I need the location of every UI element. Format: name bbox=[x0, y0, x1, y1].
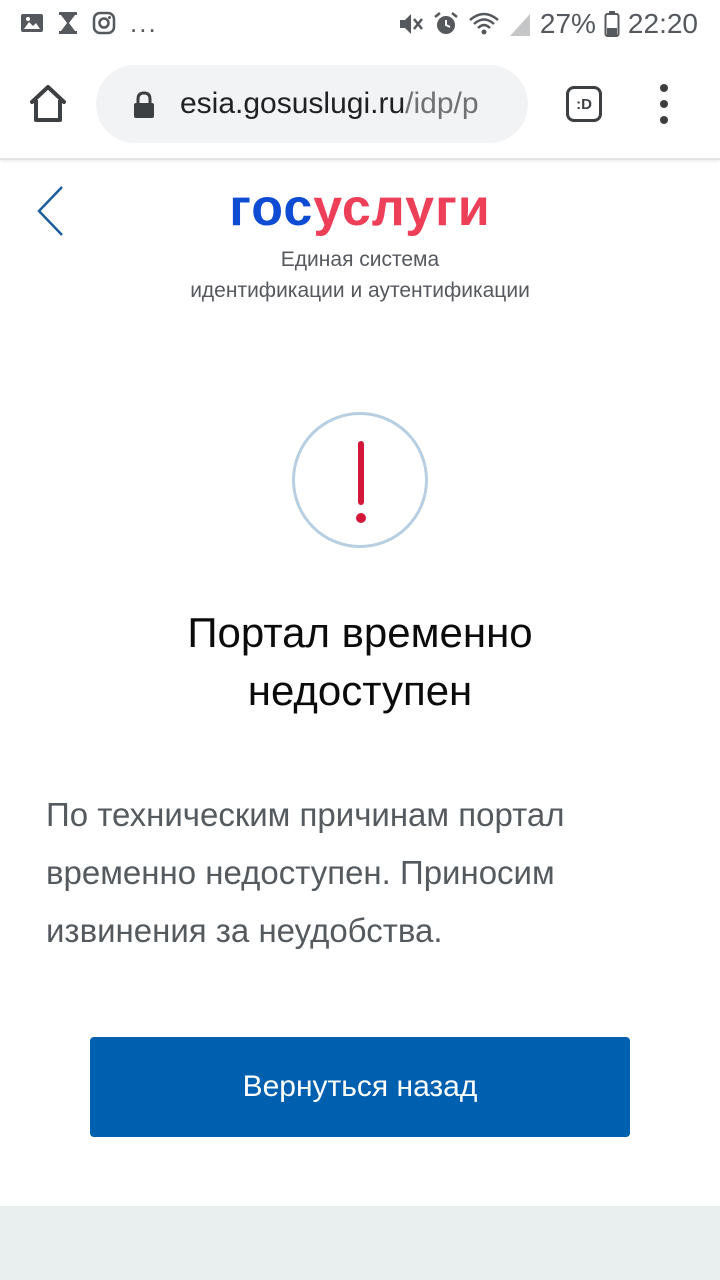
exclamation-dot bbox=[356, 513, 366, 523]
title-line: Портал временно bbox=[187, 609, 533, 656]
system-indicators: 27% 22:20 bbox=[396, 6, 698, 42]
browser-toolbar: esia.gosuslugi.ru/idp/p :D bbox=[0, 48, 720, 160]
instagram-icon bbox=[92, 11, 116, 35]
url-host: esia.gosuslugi.ru bbox=[180, 87, 406, 120]
address-bar[interactable]: esia.gosuslugi.ru/idp/p bbox=[96, 65, 528, 143]
logo-part-blue: гос bbox=[229, 179, 314, 237]
hourglass-icon bbox=[59, 12, 77, 34]
url-text[interactable]: esia.gosuslugi.ru/idp/p bbox=[180, 87, 506, 121]
logo-part-red: услуги bbox=[313, 179, 491, 237]
battery-icon bbox=[604, 11, 620, 37]
alarm-icon bbox=[434, 12, 458, 34]
clock: 22:20 bbox=[627, 8, 698, 39]
gosuslugi-logo: госуслуги bbox=[0, 178, 720, 238]
wifi-icon bbox=[469, 12, 499, 35]
go-back-button-label: Вернуться назад bbox=[242, 1070, 478, 1103]
footer-band bbox=[0, 1206, 720, 1280]
home-icon[interactable] bbox=[26, 82, 70, 126]
alert-exclamation-icon bbox=[292, 412, 428, 548]
image-icon bbox=[21, 14, 43, 32]
url-path: /idp/p bbox=[405, 87, 479, 120]
battery-percent: 27% bbox=[539, 8, 596, 39]
more-notifications-indicator: ... bbox=[130, 8, 158, 38]
status-bar: ... 27% 22:20 bbox=[0, 0, 720, 48]
tab-switcher-label: :D bbox=[576, 95, 592, 113]
go-back-button[interactable]: Вернуться назад bbox=[90, 1037, 630, 1137]
more-vert-icon[interactable] bbox=[652, 84, 676, 124]
subtitle-line: Единая система bbox=[280, 248, 440, 271]
subtitle-line: идентификации и аутентификации bbox=[190, 279, 530, 302]
menu-dot bbox=[660, 116, 668, 124]
logo-subtitle: Единая система идентификации и аутентифи… bbox=[0, 244, 720, 306]
notification-icons: ... bbox=[20, 10, 158, 36]
error-message: По техническим причинам портал временно … bbox=[46, 786, 686, 960]
message-line: временно недоступен. Приносим bbox=[46, 854, 555, 891]
mute-icon bbox=[399, 14, 423, 34]
message-line: извинения за неудобства. bbox=[46, 912, 443, 949]
message-line: По техническим причинам портал bbox=[46, 796, 565, 833]
signal-icon bbox=[509, 14, 530, 36]
menu-dot bbox=[660, 100, 668, 108]
tab-switcher-icon[interactable]: :D bbox=[566, 86, 602, 122]
menu-dot bbox=[660, 84, 668, 92]
title-line: недоступен bbox=[247, 667, 473, 714]
page-title: Портал временно недоступен bbox=[0, 604, 720, 720]
lock-icon bbox=[134, 91, 154, 118]
exclamation-bar bbox=[358, 441, 364, 505]
